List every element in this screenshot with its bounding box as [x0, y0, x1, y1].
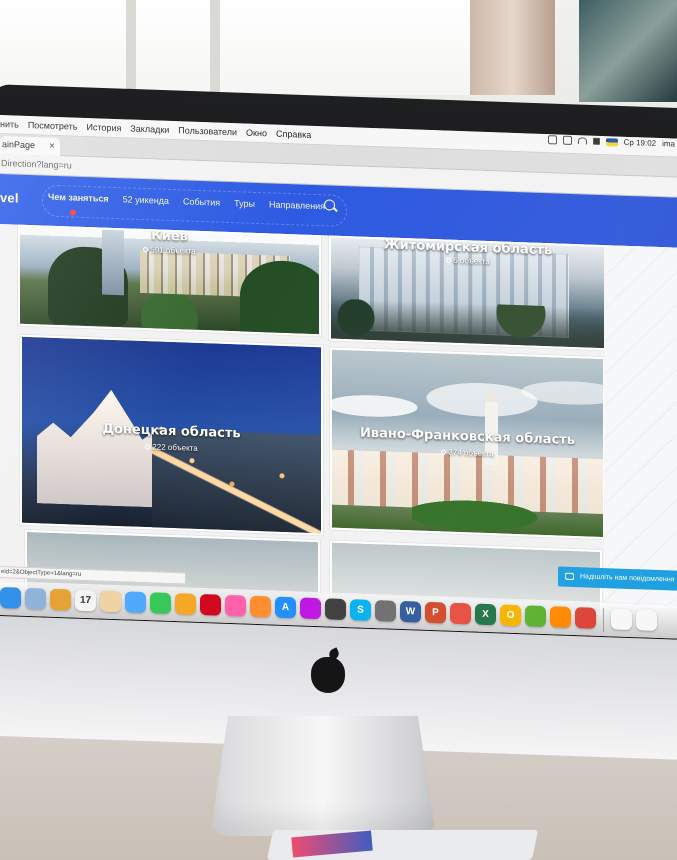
destination-card-donetsk[interactable]: Донецкая область 222 объекта [20, 334, 323, 536]
calendar-icon[interactable]: 17 [75, 589, 96, 612]
photos-flower-icon[interactable] [175, 593, 196, 615]
close-tab-icon[interactable]: × [49, 138, 55, 155]
destination-grid: Киев 591 объекта Житомирская область 6 о… [0, 224, 677, 616]
skype-icon[interactable]: S [350, 599, 371, 621]
preview-icon[interactable] [25, 587, 46, 610]
photos-icon[interactable] [100, 590, 121, 613]
menu-item[interactable]: Закладки [130, 120, 169, 139]
nav-link[interactable]: Туры [234, 198, 255, 209]
dock-divider [603, 608, 604, 633]
nav-link[interactable]: События [183, 196, 220, 207]
notes-icon[interactable] [50, 588, 71, 611]
window-frame-left [126, 0, 136, 95]
location-pin-icon [142, 246, 150, 254]
flag-icon[interactable] [450, 602, 471, 625]
itunes-icon[interactable] [225, 594, 246, 617]
powerpoint-icon[interactable]: P [425, 601, 446, 624]
browser-tab[interactable]: ainPage × [0, 136, 60, 157]
chrome-icon[interactable] [575, 607, 596, 629]
destination-card-kyiv[interactable]: Киев 591 объекта [18, 224, 321, 337]
photo-booth-icon[interactable] [200, 593, 221, 616]
menu-item[interactable]: Окно [246, 124, 267, 143]
menu-item[interactable]: Посмотреть [28, 116, 78, 136]
trees [412, 495, 552, 536]
torrent-icon[interactable] [525, 605, 546, 628]
message-icon [565, 572, 574, 581]
object-count-text: 6 объекта [453, 255, 490, 267]
clock[interactable]: Ср 19:02 [624, 138, 656, 148]
window-frame-middle [210, 0, 220, 95]
user-name[interactable]: ima [662, 139, 675, 148]
menu-item[interactable]: Справка [276, 125, 311, 144]
tree [240, 259, 321, 337]
system-preferences-icon[interactable] [300, 597, 321, 620]
system-tray: Ср 19:02 ima [547, 135, 675, 149]
battery-icon[interactable] [547, 135, 557, 145]
imac-screen: нить Посмотреть История Закладки Пользовател… [0, 115, 677, 639]
utility-icon[interactable] [375, 600, 396, 622]
search-icon[interactable] [324, 199, 335, 211]
active-nav-indicator [70, 209, 76, 216]
document-icon[interactable] [611, 608, 632, 631]
tab-title: ainPage [2, 139, 36, 151]
wall-art [579, 0, 677, 102]
destination-card-zhytomyr[interactable]: Житомирская область 6 объекта [329, 235, 607, 351]
wifi-icon[interactable] [577, 137, 587, 145]
safari-icon[interactable] [0, 587, 21, 609]
site-logo[interactable]: vel [0, 190, 19, 206]
facetime-icon[interactable] [150, 592, 171, 614]
curtain [470, 0, 555, 95]
document-icon-2[interactable] [636, 609, 657, 631]
object-count-text: 374 объекта [448, 447, 494, 459]
menu-item[interactable]: Пользователи [178, 121, 237, 141]
location-pin-icon [445, 256, 453, 264]
nav-link[interactable]: Направления [269, 199, 325, 211]
word-icon[interactable]: W [400, 600, 421, 623]
menu-item[interactable]: История [86, 118, 121, 137]
outlook-icon[interactable]: O [500, 604, 521, 627]
nav-link[interactable]: 52 уикенда [123, 194, 169, 206]
ibooks-icon[interactable] [250, 595, 271, 618]
app-store-icon[interactable]: A [275, 596, 296, 619]
destination-card-ivano-frankivsk[interactable]: Ивано-Франковская область 374 объекта [330, 347, 605, 540]
volume-icon[interactable] [592, 137, 600, 145]
location-pin-icon [440, 448, 448, 456]
apple-logo-icon [311, 657, 345, 693]
menu-item[interactable]: нить [0, 115, 19, 134]
window-light [0, 0, 520, 95]
sync-icon[interactable] [562, 135, 572, 145]
nav-link[interactable]: Чем заняться [48, 192, 109, 204]
location-pin-icon [144, 443, 152, 451]
keyboard-flag-icon[interactable] [605, 137, 618, 147]
imac-stand [210, 716, 436, 836]
chat-button[interactable]: Надішліть нам повідомлення [558, 566, 677, 591]
room-background: нить Посмотреть История Закладки Пользовател… [0, 0, 677, 860]
vlc-icon[interactable] [550, 606, 571, 628]
chat-button-label: Надішліть нам повідомлення [580, 573, 675, 584]
messages-icon[interactable] [125, 591, 146, 614]
trees [331, 298, 607, 349]
object-count-text: 222 объекта [152, 442, 198, 453]
excel-icon[interactable]: X [475, 603, 496, 626]
object-count-text: 591 объекта [150, 245, 196, 256]
decorative-pattern [604, 245, 677, 608]
pen-icon[interactable] [325, 598, 346, 621]
